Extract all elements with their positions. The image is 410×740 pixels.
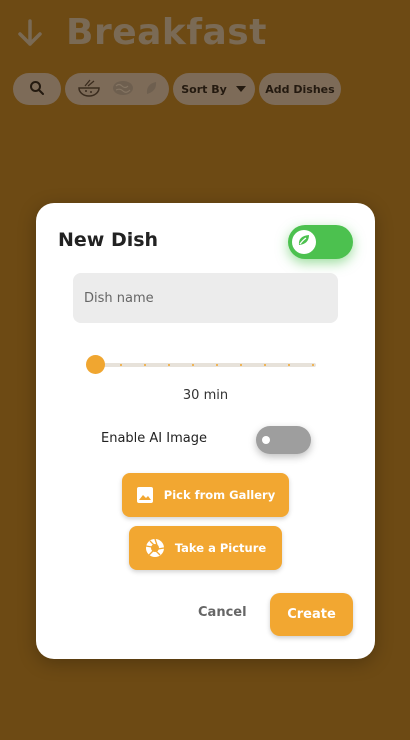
slider-tick — [240, 364, 242, 366]
dish-name-input[interactable] — [73, 273, 338, 323]
ai-image-label: Enable AI Image — [101, 431, 207, 446]
caret-down-icon — [235, 83, 247, 96]
toggle-knob — [262, 436, 270, 444]
take-picture-button[interactable]: Take a Picture — [129, 526, 282, 570]
slider-tick — [144, 364, 146, 366]
leaf-icon — [296, 232, 312, 252]
cancel-button[interactable]: Cancel — [198, 605, 247, 620]
camera-shutter-icon — [145, 538, 165, 558]
brain-icon[interactable] — [111, 79, 135, 100]
search-button[interactable] — [13, 73, 61, 105]
image-icon — [136, 486, 154, 504]
slider-tick — [120, 364, 122, 366]
leaf-icon[interactable] — [144, 80, 158, 99]
toolbar: Sort By Add Dishes — [13, 73, 345, 105]
slider-thumb[interactable] — [86, 355, 105, 374]
toggle-knob — [292, 230, 316, 254]
sort-button[interactable]: Sort By — [173, 73, 255, 105]
search-icon — [29, 80, 45, 99]
pick-from-gallery-button[interactable]: Pick from Gallery — [122, 473, 289, 517]
cook-time-value: 30 min — [182, 388, 229, 403]
create-button[interactable]: Create — [270, 593, 353, 636]
slider-tick — [216, 364, 218, 366]
ai-image-toggle[interactable] — [256, 426, 311, 454]
slider-tick — [168, 364, 170, 366]
slider-tick — [192, 364, 194, 366]
camera-button-label: Take a Picture — [174, 541, 267, 555]
new-dish-dialog: New Dish 30 min Enable AI Image — [36, 203, 375, 659]
dish-bowl-icon[interactable] — [76, 78, 102, 101]
vegetarian-toggle[interactable] — [288, 225, 353, 259]
cook-time-slider[interactable] — [86, 353, 316, 377]
page-header: Breakfast — [14, 12, 267, 53]
slider-tick — [264, 364, 266, 366]
dialog-title: New Dish — [58, 229, 159, 251]
arrow-down-icon[interactable] — [14, 13, 46, 53]
slider-tick — [288, 364, 290, 366]
slider-track — [94, 363, 316, 367]
add-dishes-button[interactable]: Add Dishes — [259, 73, 341, 105]
page-title: Breakfast — [66, 12, 267, 53]
filter-chips[interactable] — [65, 73, 169, 105]
gallery-button-label: Pick from Gallery — [163, 488, 276, 502]
slider-tick — [312, 364, 314, 366]
sort-label: Sort By — [181, 82, 227, 96]
